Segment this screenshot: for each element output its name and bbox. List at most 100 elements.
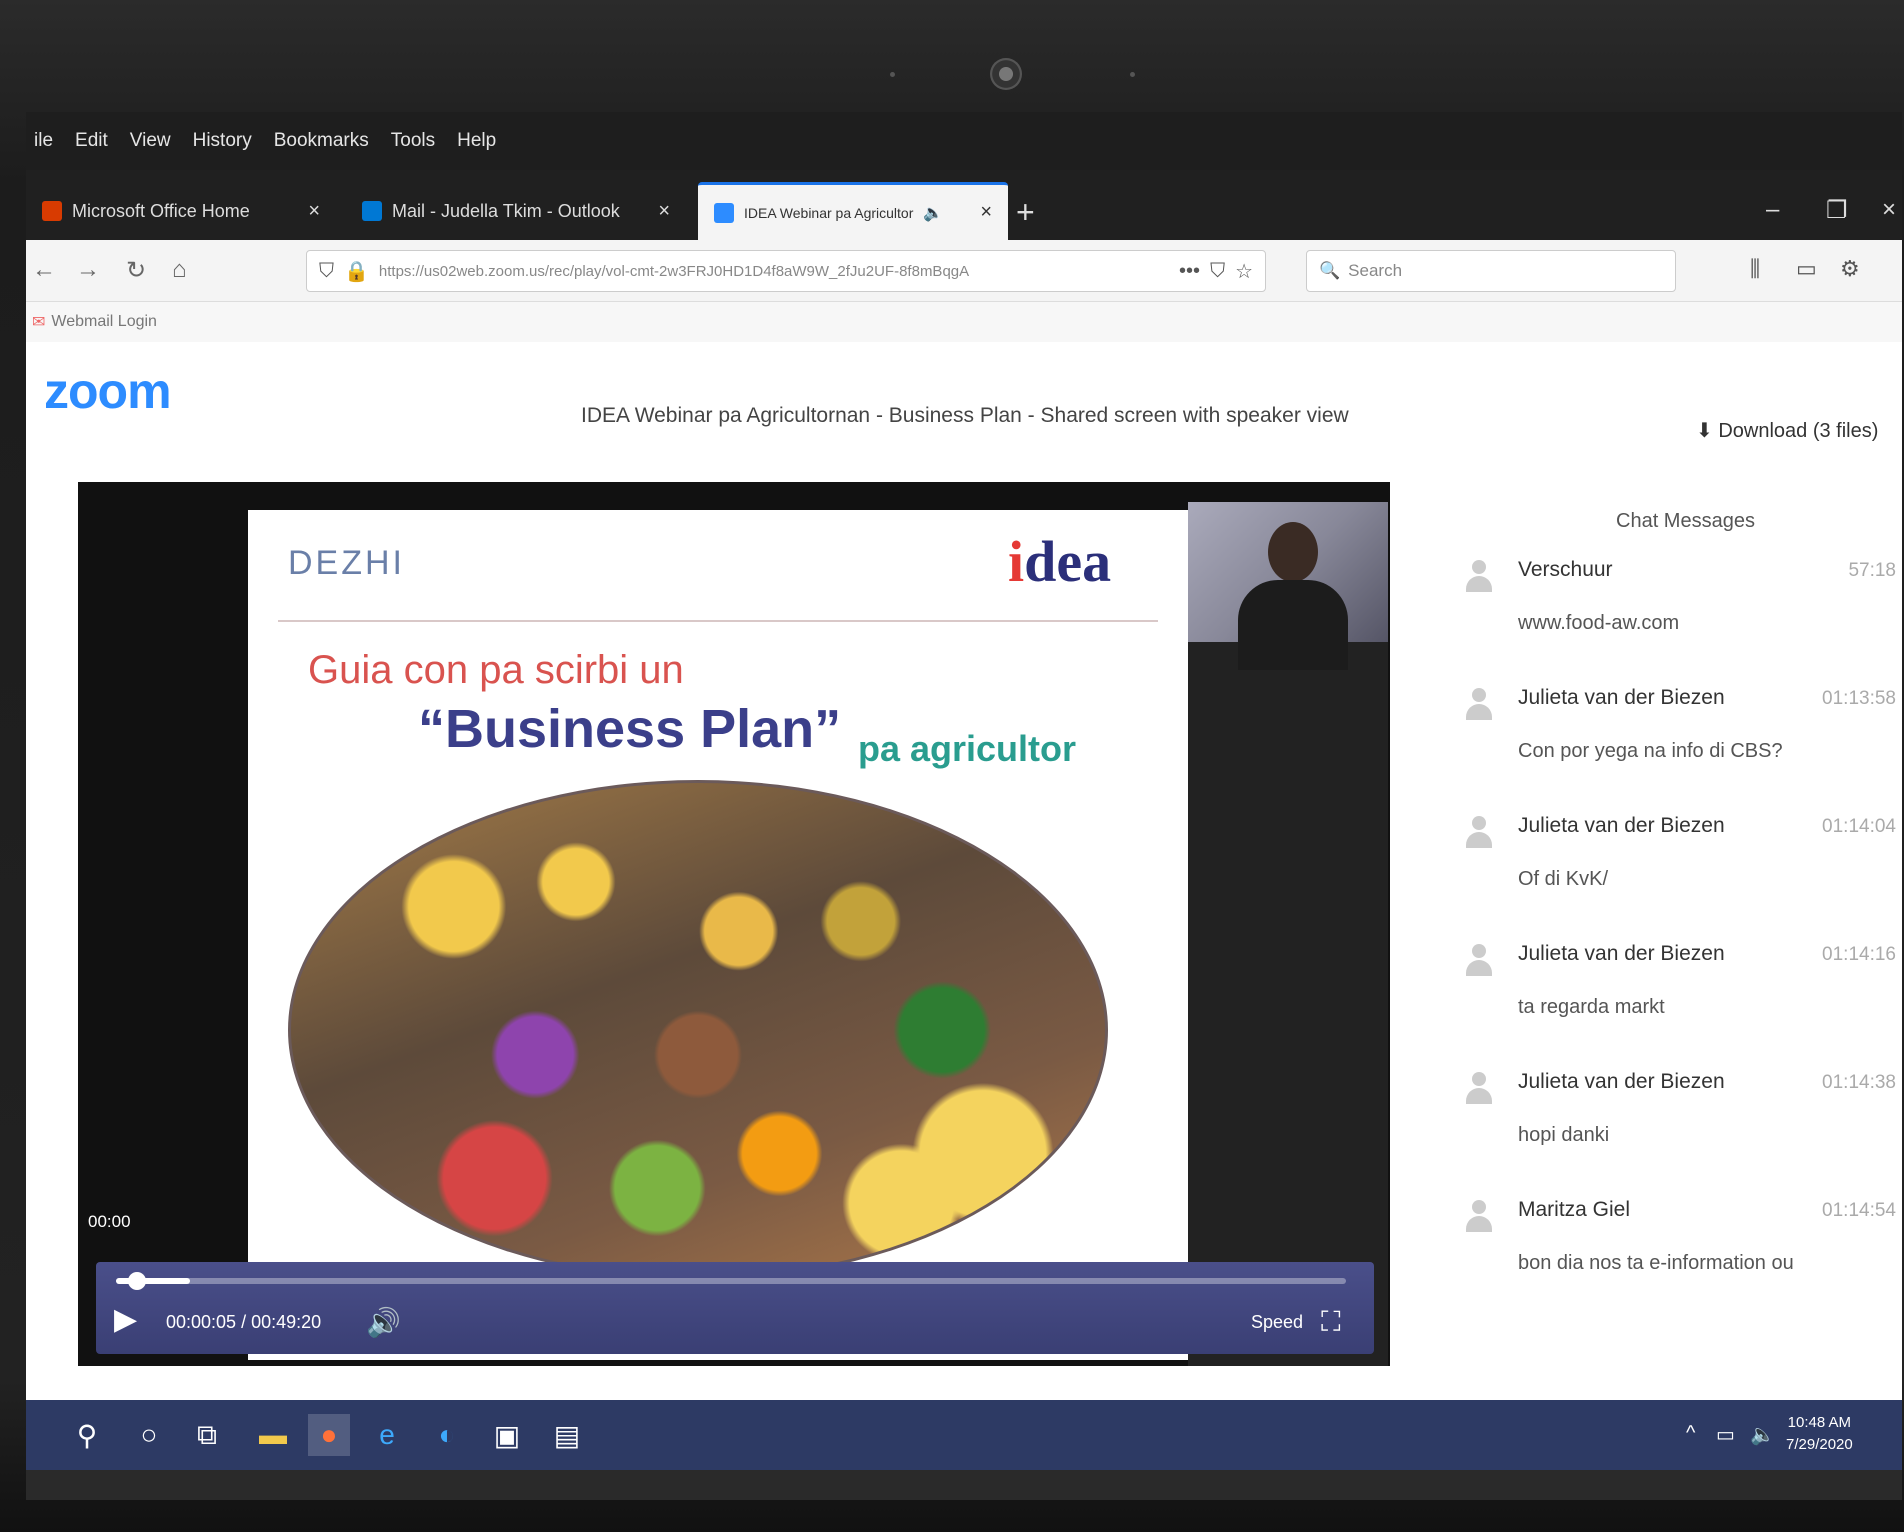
firefox-icon[interactable]: ● <box>308 1414 350 1456</box>
player-controls: ▶ 00:00:05 / 00:49:20 🔊 Speed ⛶ <box>96 1262 1374 1354</box>
webcam <box>990 58 1022 90</box>
menu-bookmarks[interactable]: Bookmarks <box>274 130 369 152</box>
chat-sender: Julieta van der Biezen <box>1518 1070 1725 1093</box>
chat-message: Maritza Giel 01:14:54 bon dia nos ta e-i… <box>1466 1192 1896 1320</box>
bezel-bottom <box>26 1470 1902 1500</box>
slide-line-1: Guia con pa scirbi un <box>308 648 684 692</box>
chat-sender: Julieta van der Biezen <box>1518 686 1725 709</box>
clock-time: 10:48 AM <box>1787 1414 1852 1431</box>
speaker-icon[interactable]: 🔈 <box>923 203 943 223</box>
progress-bar[interactable] <box>116 1272 1346 1290</box>
chat-text: Of di KvK/ <box>1518 868 1609 890</box>
menu-history[interactable]: History <box>193 130 252 152</box>
tab-label: Mail - Judella Tkim - Outlook <box>392 200 620 221</box>
chat-text: ta regarda markt <box>1518 996 1665 1018</box>
navigation-bar: ← → ↻ ⌂ ⛉ 🔒 https://us02web.zoom.us/rec/… <box>26 240 1902 302</box>
chat-message: Julieta van der Biezen 01:14:38 hopi dan… <box>1466 1064 1896 1192</box>
file-explorer-icon[interactable]: ▬ <box>252 1414 294 1456</box>
chat-message: Verschuur 57:18 www.food-aw.com <box>1466 552 1896 680</box>
restore-icon[interactable]: ❐ <box>1826 196 1848 225</box>
chevron-up-icon[interactable]: ^ <box>1686 1422 1695 1445</box>
url-bar[interactable]: ⛉ 🔒 https://us02web.zoom.us/rec/play/vol… <box>306 250 1266 292</box>
forward-icon[interactable]: → <box>76 256 100 284</box>
pocket-icon[interactable]: ⛉ <box>1210 260 1225 283</box>
chat-time[interactable]: 01:14:16 <box>1822 944 1896 966</box>
search-icon: 🔍 <box>1319 261 1341 280</box>
recording-title: IDEA Webinar pa Agricultornan - Business… <box>581 404 1349 427</box>
tab-zoom-recording[interactable]: IDEA Webinar pa Agricultor 🔈 × <box>698 182 1008 240</box>
tab-label: IDEA Webinar pa Agricultor <box>744 204 914 221</box>
volume-tray-icon[interactable]: 🔈 <box>1750 1422 1775 1447</box>
task-view-icon[interactable]: ⧉ <box>186 1414 228 1456</box>
sidebar-icon[interactable]: ▭ <box>1796 256 1817 282</box>
chat-time[interactable]: 01:14:54 <box>1822 1200 1896 1222</box>
close-icon[interactable]: × <box>658 200 670 223</box>
volume-icon[interactable]: 🔊 <box>366 1306 401 1339</box>
menu-help[interactable]: Help <box>457 130 496 152</box>
menu-edit[interactable]: Edit <box>75 130 108 152</box>
internet-explorer-icon[interactable]: e <box>366 1414 408 1456</box>
url-text[interactable]: https://us02web.zoom.us/rec/play/vol-cmt… <box>379 263 1169 280</box>
video-time-overlay: 00:00 <box>88 1212 131 1231</box>
browser-menubar: ile Edit View History Bookmarks Tools He… <box>26 112 1902 170</box>
avatar <box>1466 1200 1492 1234</box>
tab-outlook[interactable]: Mail - Judella Tkim - Outlook × <box>346 182 686 240</box>
tab-office[interactable]: Microsoft Office Home × <box>26 182 336 240</box>
system-clock[interactable]: 10:48 AM 7/29/2020 <box>1786 1412 1853 1456</box>
more-icon[interactable]: ••• <box>1179 260 1200 283</box>
app-icon[interactable]: ▤ <box>546 1414 588 1456</box>
extension-icon[interactable]: ⚙ <box>1840 256 1860 282</box>
minimize-icon[interactable]: – <box>1766 196 1779 224</box>
fullscreen-icon[interactable]: ⛶ <box>1321 1306 1341 1339</box>
timecode: 00:00:05 / 00:49:20 <box>166 1312 322 1332</box>
close-icon[interactable]: × <box>308 200 320 223</box>
video-player[interactable]: DEZHI idea Guia con pa scirbi un “Busine… <box>78 482 1390 1366</box>
close-icon[interactable]: × <box>980 201 992 224</box>
store-icon[interactable]: ▣ <box>486 1414 528 1456</box>
cortana-icon[interactable]: ○ <box>128 1414 170 1456</box>
close-window-icon[interactable]: × <box>1882 196 1896 224</box>
shared-screen-slide: DEZHI idea Guia con pa scirbi un “Busine… <box>248 510 1188 1360</box>
avatar <box>1466 1072 1492 1106</box>
chat-time[interactable]: 01:14:38 <box>1822 1072 1896 1094</box>
bookmarks-bar: ✉ Webmail Login <box>26 302 1902 342</box>
edge-icon[interactable]: ◐ <box>426 1414 468 1456</box>
speed-button[interactable]: Speed <box>1251 1312 1303 1333</box>
chat-list: Verschuur 57:18 www.food-aw.com Julieta … <box>1466 552 1896 1320</box>
chat-time[interactable]: 01:14:04 <box>1822 816 1896 838</box>
search-icon[interactable]: ⚲ <box>66 1414 108 1456</box>
idea-logo: idea <box>1008 529 1112 594</box>
new-tab-icon[interactable]: + <box>1016 194 1035 231</box>
zoom-logo[interactable]: zoom <box>44 362 172 420</box>
avatar <box>1466 688 1492 722</box>
chat-sender: Julieta van der Biezen <box>1518 814 1725 837</box>
play-icon[interactable]: ▶ <box>114 1302 137 1337</box>
shield-icon[interactable]: ⛉ <box>319 260 334 283</box>
download-label: Download (3 files) <box>1718 420 1879 442</box>
menu-view[interactable]: View <box>130 130 171 152</box>
chat-time[interactable]: 01:13:58 <box>1822 688 1896 710</box>
download-button[interactable]: ⬇ Download (3 files) <box>1696 418 1878 443</box>
speaker-person <box>1238 522 1348 670</box>
chat-sender: Verschuur <box>1518 558 1613 581</box>
chat-time[interactable]: 57:18 <box>1848 560 1896 582</box>
bezel-dot <box>890 72 895 77</box>
star-icon[interactable]: ☆ <box>1235 259 1253 284</box>
network-icon[interactable]: ▭ <box>1716 1422 1735 1447</box>
search-placeholder: Search <box>1348 261 1403 280</box>
back-icon[interactable]: ← <box>32 256 56 284</box>
avatar <box>1466 816 1492 850</box>
tab-strip: Microsoft Office Home × Mail - Judella T… <box>26 170 1902 240</box>
office-icon <box>42 201 62 221</box>
reload-icon[interactable]: ↻ <box>126 256 146 285</box>
library-icon[interactable]: ⫼ <box>1750 256 1760 282</box>
bookmark-webmail-login[interactable]: Webmail Login <box>51 313 157 331</box>
menu-tools[interactable]: Tools <box>391 130 435 152</box>
menu-file[interactable]: ile <box>34 130 53 152</box>
chat-sender: Julieta van der Biezen <box>1518 942 1725 965</box>
tab-label: Microsoft Office Home <box>72 200 250 221</box>
search-input[interactable]: 🔍 Search <box>1306 250 1676 292</box>
download-icon: ⬇ <box>1696 420 1713 442</box>
progress-handle[interactable] <box>128 1272 147 1290</box>
home-icon[interactable]: ⌂ <box>172 256 187 284</box>
